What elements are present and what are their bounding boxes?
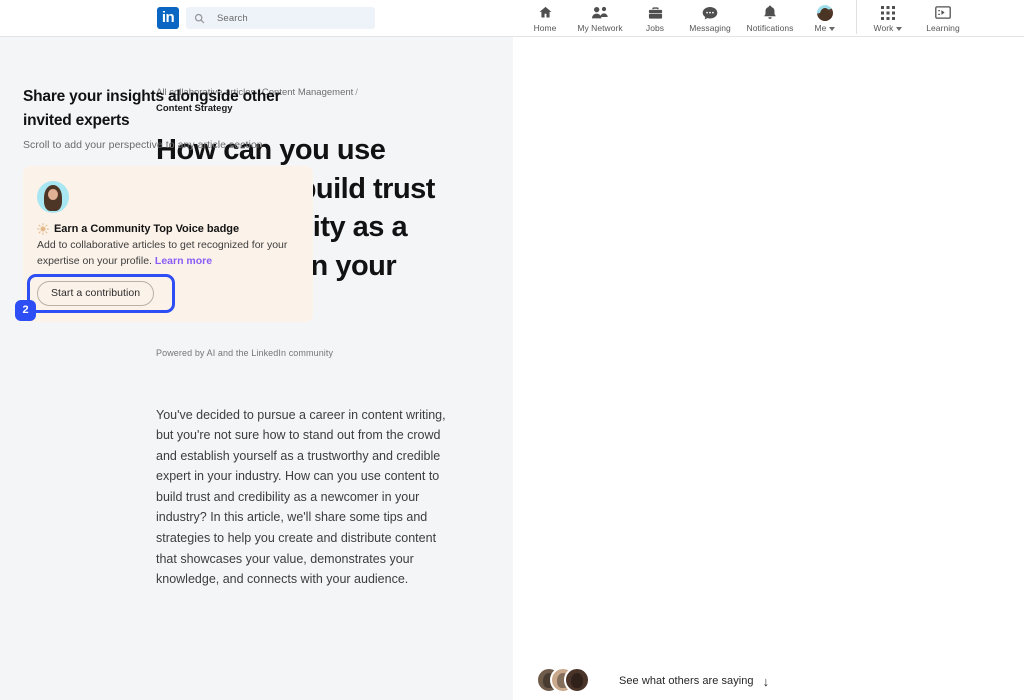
nav-items-group: Home My Network Jobs Messaging Notificat… (520, 0, 973, 36)
promo-badge-title: Earn a Community Top Voice badge (54, 223, 240, 235)
see-what-others-are-saying[interactable]: See what others are saying ↓ (536, 667, 769, 695)
powered-by-label: Powered by AI and the LinkedIn community (156, 347, 334, 358)
briefcase-icon (648, 4, 663, 21)
nav-item-learning[interactable]: Learning (913, 0, 973, 36)
nav-label-work-text: Work (873, 23, 894, 33)
contribution-panel: Share your insights alongside other invi… (15, 37, 323, 322)
learning-icon (935, 4, 951, 21)
arrow-down-icon: ↓ (762, 673, 770, 689)
panel-subtitle: Scroll to add your perspective to any ar… (23, 139, 263, 151)
top-voice-promo-card: Earn a Community Top Voice badge Add to … (15, 166, 313, 322)
grid-icon (881, 4, 895, 21)
start-contribution-wrapper: Start a contribution 2 (15, 274, 175, 321)
nav-label-my-network: My Network (577, 23, 623, 33)
promo-avatar (37, 181, 69, 213)
nav-divider (856, 0, 857, 34)
network-icon (592, 4, 608, 21)
home-icon (538, 4, 553, 21)
contributor-avatar-stack (536, 667, 590, 695)
promo-badge-title-row: Earn a Community Top Voice badge (37, 223, 299, 235)
linkedin-logo[interactable]: in (157, 7, 179, 29)
nav-item-home[interactable]: Home (520, 0, 570, 36)
search-placeholder-text: Search (217, 12, 248, 24)
nav-label-messaging: Messaging (689, 23, 731, 33)
panel-title: Share your insights alongside other invi… (23, 88, 281, 129)
nav-label-notifications: Notifications (746, 23, 794, 33)
avatar (817, 4, 833, 21)
nav-item-messaging[interactable]: Messaging (680, 0, 740, 36)
nav-item-my-network[interactable]: My Network (570, 0, 630, 36)
search-icon (194, 13, 205, 23)
top-navigation-bar: in Search Home My Network Jobs Messaging… (0, 0, 1024, 37)
page-body: All collaborative articles / Content Manag… (0, 37, 1024, 700)
nav-item-me[interactable]: Me (800, 0, 850, 36)
nav-label-me: Me (815, 23, 836, 33)
chevron-down-icon (896, 26, 903, 31)
nav-item-work[interactable]: Work (863, 0, 913, 36)
breadcrumb-separator: / (355, 87, 358, 98)
contribution-panel-background (513, 37, 1024, 700)
contributor-avatar (564, 667, 590, 693)
search-input[interactable]: Search (186, 7, 375, 29)
annotation-step-marker: 2 (15, 300, 36, 321)
chevron-down-icon (829, 26, 836, 31)
nav-item-notifications[interactable]: Notifications (740, 0, 800, 36)
bell-icon (763, 4, 777, 21)
start-contribution-button[interactable]: Start a contribution (37, 281, 155, 306)
sun-badge-icon (37, 223, 49, 235)
see-more-label: See what others are saying (619, 675, 754, 687)
learn-more-link[interactable]: Learn more (155, 255, 212, 267)
promo-description: Add to collaborative articles to get rec… (37, 238, 289, 269)
nav-label-jobs: Jobs (645, 23, 665, 33)
message-icon (702, 4, 718, 21)
nav-label-me-text: Me (814, 23, 827, 33)
article-body-paragraph: You've decided to pursue a career in con… (156, 407, 446, 587)
nav-item-jobs[interactable]: Jobs (630, 0, 680, 36)
nav-label-work: Work (874, 23, 903, 33)
nav-label-learning: Learning (926, 23, 960, 33)
nav-label-home: Home (533, 23, 557, 33)
